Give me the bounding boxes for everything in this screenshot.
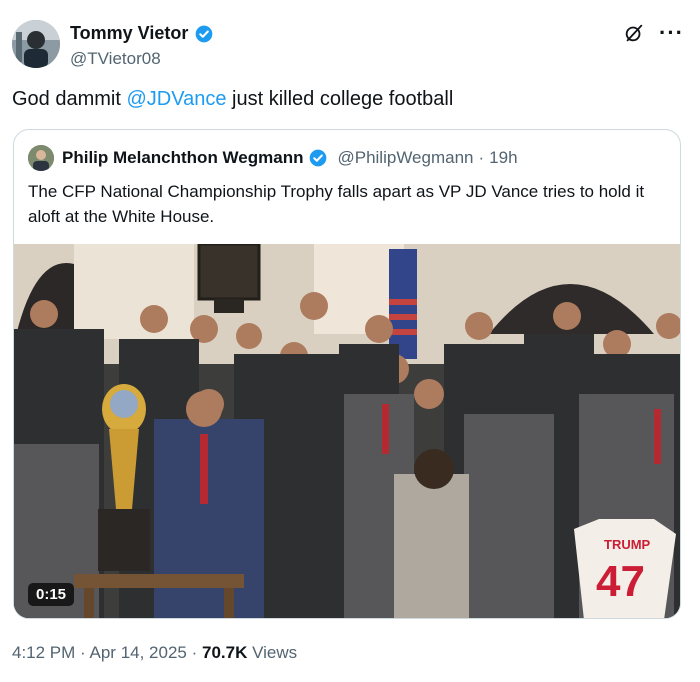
tweet-text: God dammit @JDVance just killed college … bbox=[12, 88, 453, 111]
video-duration-badge: 0:15 bbox=[28, 583, 75, 606]
views-count: 70.7K bbox=[202, 643, 248, 662]
meta-dot: · bbox=[191, 643, 198, 662]
tweet-date[interactable]: Apr 14, 2025 bbox=[90, 643, 187, 662]
quoted-author-avatar[interactable] bbox=[28, 145, 54, 171]
mention-link[interactable]: @JDVance bbox=[126, 88, 226, 110]
quoted-separator: · bbox=[478, 148, 485, 167]
author-name[interactable]: Tommy Vietor bbox=[70, 23, 214, 44]
verified-badge-icon bbox=[310, 149, 327, 167]
quoted-author-name[interactable]: Philip Melanchthon Wegmann bbox=[62, 148, 303, 168]
tweet-meta: 4:12 PM · Apr 14, 2025 · 70.7K Views bbox=[12, 643, 297, 663]
video-frame: TRUMP 47 bbox=[14, 244, 680, 618]
quoted-video[interactable]: TRUMP 47 0:15 bbox=[14, 244, 680, 618]
quoted-author-handle[interactable]: @PhilipWegmann bbox=[337, 148, 473, 168]
tweet-text-after: just killed college football bbox=[226, 88, 454, 110]
tweet-time[interactable]: 4:12 PM bbox=[12, 643, 75, 662]
verified-badge-icon bbox=[196, 25, 213, 42]
quoted-tweet-text: The CFP National Championship Trophy fal… bbox=[28, 182, 645, 226]
author-name-text: Tommy Vietor bbox=[70, 23, 189, 43]
meta-dot: · bbox=[80, 643, 86, 662]
views-label: Views bbox=[252, 643, 298, 662]
tweet-text-before: God dammit bbox=[12, 88, 127, 110]
author-avatar[interactable] bbox=[12, 20, 60, 68]
quoted-time[interactable]: 19h bbox=[489, 148, 517, 168]
quoted-tweet-card[interactable]: Philip Melanchthon Wegmann @PhilipWegman… bbox=[13, 129, 681, 619]
author-handle[interactable]: @TVietor08 bbox=[70, 49, 161, 69]
grok-icon[interactable] bbox=[623, 22, 645, 44]
more-options-icon[interactable]: ··· bbox=[659, 22, 684, 44]
